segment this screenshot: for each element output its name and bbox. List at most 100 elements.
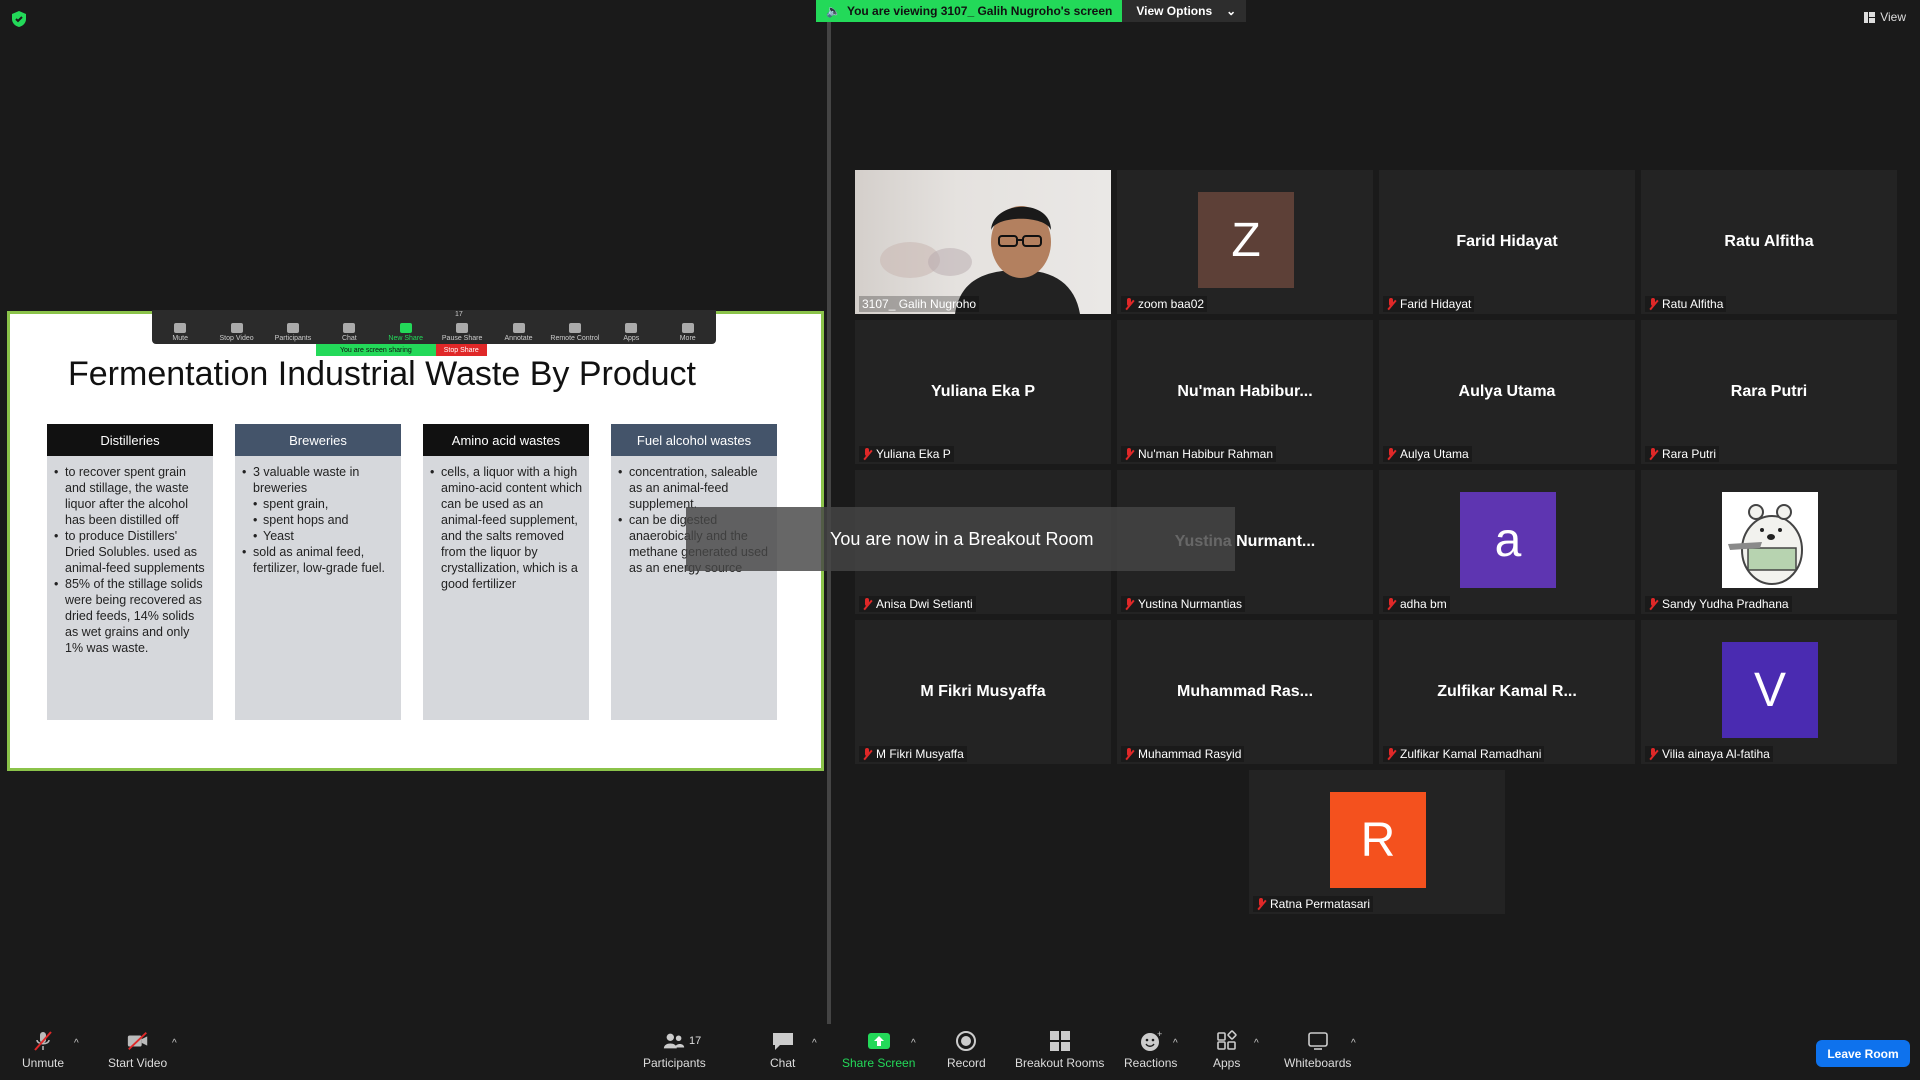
- participant-tile[interactable]: Yuliana Eka P Yuliana Eka P: [855, 320, 1111, 464]
- presenter-pause-share-button: Pause Share: [437, 323, 487, 342]
- apps-icon: [625, 323, 638, 333]
- muted-mic-icon: [1648, 298, 1658, 310]
- participant-display-name: Yuliana Eka P: [930, 383, 1036, 400]
- participant-tile[interactable]: a adha bm: [1379, 470, 1635, 614]
- column-header: Fuel alcohol wastes: [611, 424, 777, 456]
- muted-mic-icon: [1386, 748, 1396, 760]
- participant-name: Yuliana Eka P: [876, 447, 951, 461]
- breakout-room-notification: You are now in a Breakout Room: [686, 507, 1235, 571]
- participant-tile[interactable]: Zzoom baa02: [1117, 170, 1373, 314]
- participant-name: Rara Putri: [1662, 447, 1717, 461]
- participant-name: Ratu Alfitha: [1662, 297, 1724, 311]
- apps-options-caret[interactable]: ^: [1254, 1038, 1259, 1049]
- participant-tile[interactable]: Muhammad Ras... Muhammad Rasyid: [1117, 620, 1373, 764]
- muted-mic-icon: [862, 598, 872, 610]
- participant-name: adha bm: [1400, 597, 1447, 611]
- viewing-status: 🔈 You are viewing 3107_ Galih Nugroho's …: [816, 0, 1123, 22]
- participants-icon: [286, 323, 299, 333]
- apps-button[interactable]: Apps: [1213, 1030, 1240, 1070]
- chat-button[interactable]: Chat: [770, 1030, 795, 1070]
- participant-tile[interactable]: Zulfikar Kamal R... Zulfikar Kamal Ramadh…: [1379, 620, 1635, 764]
- presenter-participants-label: Participants: [274, 335, 312, 342]
- participant-display-name: Farid Hidayat: [1456, 233, 1558, 250]
- viewing-text: You are viewing 3107_ Galih Nugroho's sc…: [846, 4, 1113, 18]
- avatar: Z: [1198, 192, 1294, 288]
- participant-name-label: Sandy Yudha Pradhana: [1645, 596, 1792, 612]
- view-options-label: View Options: [1136, 4, 1213, 18]
- smiley-icon: +: [1139, 1030, 1163, 1052]
- grid-view-icon: [1864, 11, 1876, 23]
- unmute-button[interactable]: Unmute: [22, 1030, 64, 1070]
- pause-icon: [456, 323, 469, 333]
- participant-tile[interactable]: Nu'man Habibur... Nu'man Habibur Rahman: [1117, 320, 1373, 464]
- muted-mic-icon: [1124, 598, 1134, 610]
- breakout-rooms-button[interactable]: Breakout Rooms: [1015, 1030, 1104, 1070]
- breakout-room-message: You are now in a Breakout Room: [830, 528, 1094, 549]
- participant-name-label: Zulfikar Kamal Ramadhani: [1383, 746, 1545, 762]
- participant-tile[interactable]: R Ratna Permatasari: [1249, 770, 1505, 914]
- reactions-button[interactable]: + Reactions: [1124, 1030, 1177, 1070]
- start-video-label: Start Video: [108, 1056, 168, 1070]
- avatar: a: [1460, 492, 1556, 588]
- participant-display-name: Muhammad Ras...: [1176, 683, 1314, 700]
- muted-mic-icon: [1386, 598, 1396, 610]
- presenter-stop-video-label: Stop Video: [219, 335, 254, 342]
- apps-icon: [1215, 1030, 1239, 1052]
- viewing-banner: 🔈 You are viewing 3107_ Galih Nugroho's …: [816, 0, 1247, 22]
- video-icon: [230, 323, 243, 333]
- participant-tile[interactable]: Sandy Yudha Pradhana: [1641, 470, 1897, 614]
- participant-name-label: Aulya Utama: [1383, 446, 1472, 462]
- participant-tile[interactable]: M Fikri Musyaffa M Fikri Musyaffa: [855, 620, 1111, 764]
- list-item: to recover spent grain and stillage, the…: [54, 464, 207, 528]
- record-button[interactable]: Record: [947, 1030, 986, 1070]
- participants-label: Participants: [643, 1056, 706, 1070]
- security-shield-icon[interactable]: [10, 10, 28, 28]
- column-header: Amino acid wastes: [423, 424, 589, 456]
- record-label: Record: [947, 1056, 986, 1070]
- list-item: concentration, saleable as an animal-fee…: [618, 464, 771, 512]
- chat-label: Chat: [770, 1056, 796, 1070]
- participant-tile[interactable]: Farid Hidayat Farid Hidayat: [1379, 170, 1635, 314]
- participant-tile[interactable]: 3107_ Galih Nugroho: [855, 170, 1111, 314]
- participant-tile[interactable]: Ratu Alfitha Ratu Alfitha: [1641, 170, 1897, 314]
- whiteboards-options-caret[interactable]: ^: [1351, 1038, 1356, 1049]
- presenter-new-share-button: New Share: [381, 323, 431, 342]
- muted-mic-icon: [1386, 298, 1396, 310]
- slide-title: Fermentation Industrial Waste By Product: [68, 355, 697, 393]
- participant-name: M Fikri Musyaffa: [876, 747, 964, 761]
- audio-options-caret[interactable]: ^: [74, 1038, 79, 1049]
- presenter-stop-video-button: Stop Video: [212, 323, 262, 342]
- list-item: spent hops and: [253, 512, 395, 528]
- video-options-caret[interactable]: ^: [172, 1038, 177, 1049]
- participant-name: Anisa Dwi Setianti: [876, 597, 973, 611]
- share-screen-label: Share Screen: [842, 1056, 916, 1070]
- participant-name-label: M Fikri Musyaffa: [859, 746, 967, 762]
- list-item: cells, a liquor with a high amino-acid c…: [430, 464, 583, 592]
- participant-name: Yustina Nurmantias: [1138, 597, 1243, 611]
- participant-name: zoom baa02: [1138, 297, 1205, 311]
- slide-column-distilleries: Distilleries to recover spent grain and …: [47, 424, 213, 720]
- whiteboards-button[interactable]: Whiteboards: [1284, 1030, 1351, 1070]
- presenter-annotate-label: Annotate: [504, 335, 533, 342]
- muted-mic-icon: [1386, 448, 1396, 460]
- start-video-button[interactable]: Start Video: [108, 1030, 167, 1070]
- speaker-icon: 🔈: [826, 4, 841, 18]
- view-label: View: [1880, 10, 1906, 24]
- share-screen-button[interactable]: Share Screen: [842, 1030, 915, 1070]
- view-options-button[interactable]: View Options ⌄: [1122, 0, 1247, 22]
- column-list: cells, a liquor with a high amino-acid c…: [423, 464, 589, 592]
- view-button[interactable]: View: [1864, 10, 1906, 24]
- share-options-caret[interactable]: ^: [911, 1038, 916, 1049]
- chat-options-caret[interactable]: ^: [812, 1038, 817, 1049]
- leave-room-button[interactable]: Leave Room: [1816, 1040, 1910, 1067]
- participant-tile[interactable]: Aulya Utama Aulya Utama: [1379, 320, 1635, 464]
- participant-name-label: Vilia ainaya Al-fatiha: [1645, 746, 1773, 762]
- participant-tile[interactable]: Rara Putri Rara Putri: [1641, 320, 1897, 464]
- participant-display-name: M Fikri Musyaffa: [920, 683, 1046, 700]
- participant-name-label: adha bm: [1383, 596, 1450, 612]
- participant-tile[interactable]: V Vilia ainaya Al-fatiha: [1641, 620, 1897, 764]
- participant-name: Ratna Permatasari: [1270, 897, 1371, 911]
- reactions-options-caret[interactable]: ^: [1173, 1038, 1178, 1049]
- presenter-annotate-button: Annotate: [494, 323, 544, 342]
- share-icon: [399, 323, 412, 333]
